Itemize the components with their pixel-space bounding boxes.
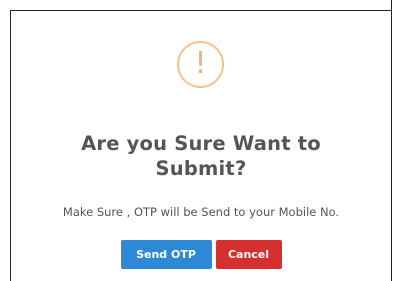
cancel-button[interactable]: Cancel (215, 240, 282, 269)
warning-glyph: ! (194, 45, 207, 81)
dialog-message: Make Sure , OTP will be Send to your Mob… (62, 205, 340, 219)
exclamation-warning-icon: ! (177, 41, 224, 88)
dialog-title: Are you Sure Want to Submit? (11, 131, 391, 181)
dialog-actions: Send OTP Cancel (11, 240, 391, 269)
confirm-dialog: ! Are you Sure Want to Submit? Make Sure… (11, 11, 391, 281)
dialog-title-line-1: Are you Sure Want to (81, 132, 321, 155)
send-otp-button[interactable]: Send OTP (120, 240, 212, 269)
dialog-title-line-2: Submit? (155, 157, 247, 180)
screen: ! Are you Sure Want to Submit? Make Sure… (0, 0, 404, 281)
dialog-border-right (391, 0, 392, 281)
